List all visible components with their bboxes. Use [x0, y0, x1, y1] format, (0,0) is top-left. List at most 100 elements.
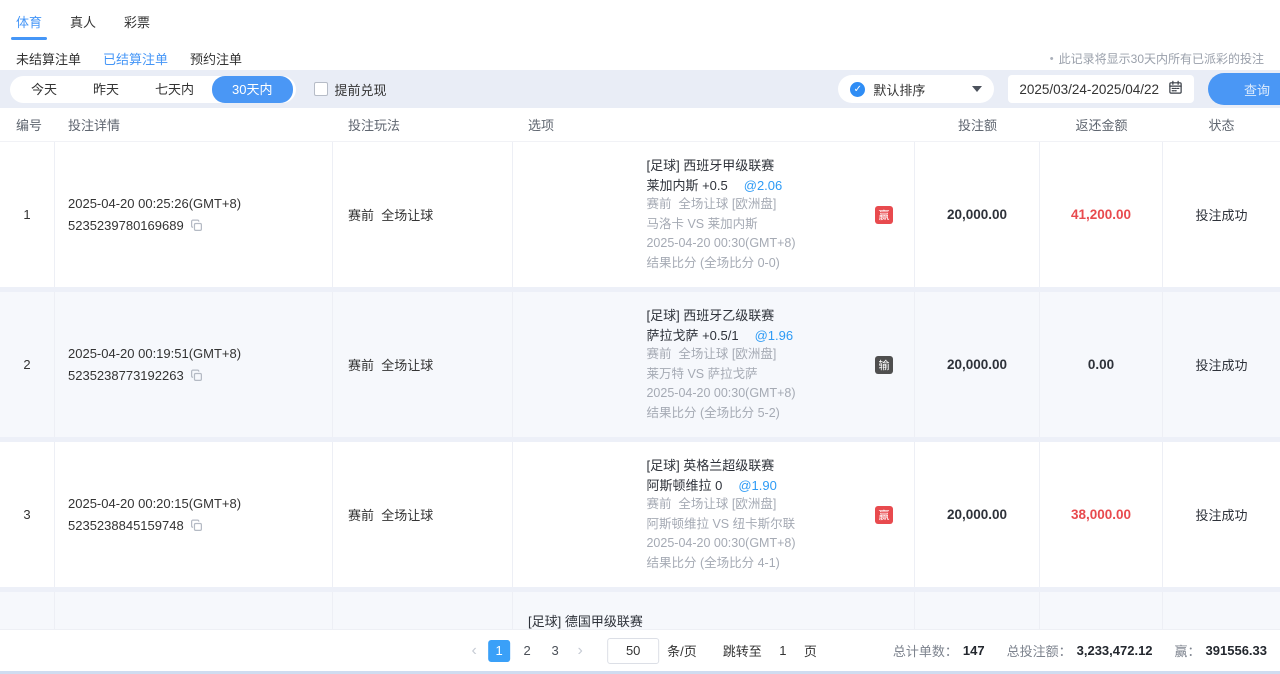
page-button-1[interactable]: 1: [488, 640, 510, 662]
stake-cell: 20,000.00: [915, 142, 1040, 287]
match-teams: 莱万特 VS 萨拉戈萨: [646, 365, 795, 385]
odds-value: @1.96: [755, 326, 794, 346]
tab-settled-bets[interactable]: 已结算注单: [103, 49, 168, 68]
payout-cell: 0.00: [1040, 292, 1163, 437]
bullet-icon: •: [1050, 53, 1054, 65]
result-score: 结果比分 (全场比分 0-0): [646, 254, 795, 274]
header-stake: 投注额: [915, 115, 1040, 134]
copy-icon[interactable]: [190, 369, 203, 382]
bet-detail-cell: [55, 592, 333, 629]
bet-time: 2025-04-20 00:25:26(GMT+8): [68, 196, 332, 211]
table-body: 1 2025-04-20 00:25:26(GMT+8) 52352397801…: [0, 142, 1280, 629]
prev-page-icon[interactable]: ‹: [463, 642, 485, 660]
result-badge: 输: [875, 356, 893, 374]
page-button-2[interactable]: 2: [516, 640, 538, 662]
bet-id-line: 5235238845159748: [68, 518, 332, 533]
header-no: 编号: [0, 115, 55, 134]
payout-amount: 38,000.00: [1071, 507, 1131, 522]
selection: 阿斯顿维拉 0: [646, 476, 722, 496]
total-win-label: 赢：: [1175, 641, 1201, 660]
bet-type-cell: [333, 592, 513, 629]
stake-amount: 20,000.00: [947, 207, 1007, 222]
table-row: 1 2025-04-20 00:25:26(GMT+8) 52352397801…: [0, 142, 1280, 287]
sort-check-icon: ✓: [850, 82, 865, 97]
stake-cell: [915, 592, 1040, 629]
bet-type: 赛前 全场让球: [348, 205, 512, 224]
table-row: 3 2025-04-20 00:20:15(GMT+8) 52352388451…: [0, 442, 1280, 587]
status-cell: 投注成功: [1163, 292, 1280, 437]
filter-bar: 今天 昨天 七天内 30天内 提前兑现 ✓ 默认排序 2025/03/24-20…: [0, 70, 1280, 108]
date-range-value: 2025/03/24-2025/04/22: [1019, 82, 1159, 97]
match-teams: 马洛卡 VS 莱加内斯: [646, 215, 795, 235]
header-status: 状态: [1163, 115, 1280, 134]
tab-unsettled-bets[interactable]: 未结算注单: [16, 49, 81, 68]
match-time: 2025-04-20 00:30(GMT+8): [646, 384, 795, 404]
cashout-label: 提前兑现: [335, 80, 387, 99]
market-mode: 赛前 全场让球 [欧洲盘]: [646, 345, 795, 365]
total-win: 赢： 391556.33: [1175, 641, 1267, 660]
status-cell: 投注成功: [1163, 142, 1280, 287]
option-cell: [足球] 西班牙甲级联赛 莱加内斯 +0.5 @2.06 赛前 全场让球 [欧洲…: [513, 142, 915, 287]
per-page-label: 条/页: [667, 641, 697, 660]
sort-selected-label: 默认排序: [873, 80, 925, 99]
bet-detail-cell: 2025-04-20 00:25:26(GMT+8) 5235239780169…: [55, 142, 333, 287]
tab-reserved-bets[interactable]: 预约注单: [190, 49, 242, 68]
selection-line: 莱加内斯 +0.5 @2.06: [646, 176, 795, 196]
status-cell: [1163, 592, 1280, 629]
bet-id: 5235238773192263: [68, 368, 184, 383]
bet-detail-cell: 2025-04-20 00:20:15(GMT+8) 5235238845159…: [55, 442, 333, 587]
records-note: • 此记录将显示30天内所有已派彩的投注: [1050, 50, 1266, 67]
market-mode: 赛前 全场让球 [欧洲盘]: [646, 195, 795, 215]
bet-id: 5235238845159748: [68, 518, 184, 533]
selection: 莱加内斯 +0.5: [646, 176, 727, 196]
bet-type-cell: 赛前 全场让球: [333, 142, 513, 287]
tab-lottery[interactable]: 彩票: [122, 12, 152, 40]
next-page-icon[interactable]: ›: [569, 642, 591, 660]
copy-icon[interactable]: [190, 519, 203, 532]
option-lines: [足球] 西班牙乙级联赛 萨拉戈萨 +0.5/1 @1.96 赛前 全场让球 […: [646, 306, 795, 423]
payout-amount: 41,200.00: [1071, 207, 1131, 222]
row-number-cell: 1: [0, 142, 55, 287]
status-cell: 投注成功: [1163, 442, 1280, 587]
date-range-quick-group: 今天 昨天 七天内 30天内: [10, 76, 296, 103]
copy-icon[interactable]: [190, 219, 203, 232]
odds-value: @2.06: [744, 176, 783, 196]
range-30-days[interactable]: 30天内: [212, 76, 292, 103]
league-name: [足球] 西班牙甲级联赛: [646, 156, 795, 176]
top-header: 体育 真人 彩票 未结算注单 已结算注单 预约注单 • 此记录将显示30天内所有…: [0, 0, 1280, 70]
row-number: 2: [23, 357, 30, 372]
page-size-input[interactable]: [607, 638, 659, 664]
row-number: 1: [23, 207, 30, 222]
bet-type-cell: 赛前 全场让球: [333, 292, 513, 437]
total-count: 总计单数： 147: [893, 641, 985, 660]
sort-dropdown[interactable]: ✓ 默认排序: [838, 75, 994, 103]
range-7-days[interactable]: 七天内: [137, 76, 212, 103]
payout-amount: 0.00: [1088, 357, 1114, 372]
total-count-value: 147: [963, 643, 985, 658]
market-mode: 赛前 全场让球 [欧洲盘]: [646, 495, 795, 515]
table-footer: ‹ 1 2 3 › 条/页 跳转至 页 总计单数： 147 总投注额： 3,23…: [0, 629, 1280, 671]
range-today[interactable]: 今天: [13, 76, 75, 103]
header-bet-detail: 投注详情: [55, 115, 333, 134]
option-cell: [足球] 英格兰超级联赛 阿斯顿维拉 0 @1.90 赛前 全场让球 [欧洲盘]…: [513, 442, 915, 587]
header-bet-type: 投注玩法: [333, 115, 513, 134]
option-lines: [足球] 德国甲级联赛: [528, 612, 643, 629]
total-stake-label: 总投注额：: [1007, 641, 1072, 660]
total-stake: 总投注额： 3,233,472.12: [1007, 641, 1153, 660]
main-tabs: 体育 真人 彩票: [14, 0, 1266, 40]
query-button[interactable]: 查询: [1208, 73, 1280, 105]
page-button-3[interactable]: 3: [544, 640, 566, 662]
totals-summary: 总计单数： 147 总投注额： 3,233,472.12 赢： 391556.3…: [893, 641, 1280, 660]
cashout-filter[interactable]: 提前兑现: [314, 80, 387, 99]
pagination: ‹ 1 2 3 › 条/页 跳转至 页: [463, 638, 817, 664]
tab-live[interactable]: 真人: [68, 12, 98, 40]
calendar-icon: [1168, 80, 1183, 98]
date-range-picker[interactable]: 2025/03/24-2025/04/22: [1008, 75, 1194, 103]
row-number-cell: 2: [0, 292, 55, 437]
range-yesterday[interactable]: 昨天: [75, 76, 137, 103]
sub-tab-row: 未结算注单 已结算注单 预约注单 • 此记录将显示30天内所有已派彩的投注: [14, 40, 1266, 68]
odds-value: @1.90: [738, 476, 777, 496]
tab-sports[interactable]: 体育: [14, 12, 44, 40]
jump-page-input[interactable]: [768, 639, 798, 663]
cashout-checkbox[interactable]: [314, 82, 328, 96]
